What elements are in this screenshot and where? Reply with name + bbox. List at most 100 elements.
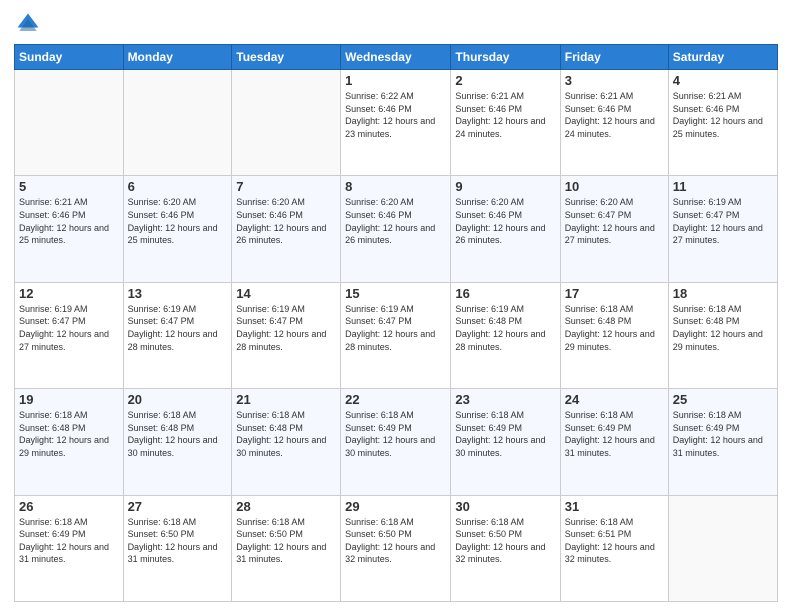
sunrise-text: Sunrise: 6:18 AM bbox=[565, 304, 634, 314]
daylight-text: Daylight: 12 hours and 29 minutes. bbox=[565, 329, 655, 352]
week-row-4: 19 Sunrise: 6:18 AM Sunset: 6:48 PM Dayl… bbox=[15, 389, 778, 495]
sunset-text: Sunset: 6:49 PM bbox=[19, 529, 86, 539]
cell-info: Sunrise: 6:18 AM Sunset: 6:51 PM Dayligh… bbox=[565, 516, 664, 566]
calendar-cell: 23 Sunrise: 6:18 AM Sunset: 6:49 PM Dayl… bbox=[451, 389, 560, 495]
cell-info: Sunrise: 6:19 AM Sunset: 6:47 PM Dayligh… bbox=[19, 303, 119, 353]
day-number: 30 bbox=[455, 499, 555, 514]
day-number: 5 bbox=[19, 179, 119, 194]
daylight-text: Daylight: 12 hours and 26 minutes. bbox=[236, 223, 326, 246]
page: SundayMondayTuesdayWednesdayThursdayFrid… bbox=[0, 0, 792, 612]
calendar-cell: 2 Sunrise: 6:21 AM Sunset: 6:46 PM Dayli… bbox=[451, 70, 560, 176]
sunset-text: Sunset: 6:46 PM bbox=[236, 210, 303, 220]
daylight-text: Daylight: 12 hours and 29 minutes. bbox=[673, 329, 763, 352]
sunset-text: Sunset: 6:50 PM bbox=[236, 529, 303, 539]
calendar-cell: 13 Sunrise: 6:19 AM Sunset: 6:47 PM Dayl… bbox=[123, 282, 232, 388]
calendar-cell: 3 Sunrise: 6:21 AM Sunset: 6:46 PM Dayli… bbox=[560, 70, 668, 176]
sunset-text: Sunset: 6:49 PM bbox=[565, 423, 632, 433]
cell-info: Sunrise: 6:18 AM Sunset: 6:49 PM Dayligh… bbox=[19, 516, 119, 566]
sunset-text: Sunset: 6:47 PM bbox=[236, 316, 303, 326]
day-number: 24 bbox=[565, 392, 664, 407]
sunset-text: Sunset: 6:46 PM bbox=[128, 210, 195, 220]
calendar-cell: 6 Sunrise: 6:20 AM Sunset: 6:46 PM Dayli… bbox=[123, 176, 232, 282]
day-number: 31 bbox=[565, 499, 664, 514]
cell-info: Sunrise: 6:21 AM Sunset: 6:46 PM Dayligh… bbox=[455, 90, 555, 140]
sunrise-text: Sunrise: 6:19 AM bbox=[236, 304, 305, 314]
cell-info: Sunrise: 6:18 AM Sunset: 6:48 PM Dayligh… bbox=[236, 409, 336, 459]
sunrise-text: Sunrise: 6:20 AM bbox=[455, 197, 524, 207]
day-number: 19 bbox=[19, 392, 119, 407]
cell-info: Sunrise: 6:21 AM Sunset: 6:46 PM Dayligh… bbox=[673, 90, 773, 140]
sunset-text: Sunset: 6:49 PM bbox=[345, 423, 412, 433]
sunrise-text: Sunrise: 6:18 AM bbox=[455, 410, 524, 420]
daylight-text: Daylight: 12 hours and 32 minutes. bbox=[455, 542, 545, 565]
sunrise-text: Sunrise: 6:18 AM bbox=[19, 517, 88, 527]
sunset-text: Sunset: 6:46 PM bbox=[345, 104, 412, 114]
cell-info: Sunrise: 6:18 AM Sunset: 6:49 PM Dayligh… bbox=[673, 409, 773, 459]
sunset-text: Sunset: 6:48 PM bbox=[128, 423, 195, 433]
cell-info: Sunrise: 6:18 AM Sunset: 6:50 PM Dayligh… bbox=[455, 516, 555, 566]
weekday-header-wednesday: Wednesday bbox=[341, 45, 451, 70]
daylight-text: Daylight: 12 hours and 25 minutes. bbox=[19, 223, 109, 246]
daylight-text: Daylight: 12 hours and 30 minutes. bbox=[236, 435, 326, 458]
calendar-cell bbox=[232, 70, 341, 176]
cell-info: Sunrise: 6:19 AM Sunset: 6:47 PM Dayligh… bbox=[236, 303, 336, 353]
daylight-text: Daylight: 12 hours and 26 minutes. bbox=[345, 223, 435, 246]
sunset-text: Sunset: 6:50 PM bbox=[128, 529, 195, 539]
sunrise-text: Sunrise: 6:18 AM bbox=[236, 517, 305, 527]
daylight-text: Daylight: 12 hours and 28 minutes. bbox=[455, 329, 545, 352]
cell-info: Sunrise: 6:18 AM Sunset: 6:49 PM Dayligh… bbox=[455, 409, 555, 459]
sunset-text: Sunset: 6:48 PM bbox=[565, 316, 632, 326]
calendar-cell: 19 Sunrise: 6:18 AM Sunset: 6:48 PM Dayl… bbox=[15, 389, 124, 495]
day-number: 22 bbox=[345, 392, 446, 407]
calendar-cell: 18 Sunrise: 6:18 AM Sunset: 6:48 PM Dayl… bbox=[668, 282, 777, 388]
daylight-text: Daylight: 12 hours and 27 minutes. bbox=[673, 223, 763, 246]
calendar-cell: 25 Sunrise: 6:18 AM Sunset: 6:49 PM Dayl… bbox=[668, 389, 777, 495]
cell-info: Sunrise: 6:18 AM Sunset: 6:48 PM Dayligh… bbox=[673, 303, 773, 353]
daylight-text: Daylight: 12 hours and 30 minutes. bbox=[455, 435, 545, 458]
sunrise-text: Sunrise: 6:18 AM bbox=[345, 410, 414, 420]
cell-info: Sunrise: 6:19 AM Sunset: 6:48 PM Dayligh… bbox=[455, 303, 555, 353]
calendar-cell: 29 Sunrise: 6:18 AM Sunset: 6:50 PM Dayl… bbox=[341, 495, 451, 601]
cell-info: Sunrise: 6:18 AM Sunset: 6:49 PM Dayligh… bbox=[345, 409, 446, 459]
day-number: 11 bbox=[673, 179, 773, 194]
cell-info: Sunrise: 6:20 AM Sunset: 6:46 PM Dayligh… bbox=[128, 196, 228, 246]
week-row-2: 5 Sunrise: 6:21 AM Sunset: 6:46 PM Dayli… bbox=[15, 176, 778, 282]
calendar-cell: 8 Sunrise: 6:20 AM Sunset: 6:46 PM Dayli… bbox=[341, 176, 451, 282]
logo-icon bbox=[14, 10, 42, 38]
day-number: 12 bbox=[19, 286, 119, 301]
sunrise-text: Sunrise: 6:18 AM bbox=[19, 410, 88, 420]
day-number: 27 bbox=[128, 499, 228, 514]
sunset-text: Sunset: 6:48 PM bbox=[236, 423, 303, 433]
day-number: 4 bbox=[673, 73, 773, 88]
calendar-cell: 22 Sunrise: 6:18 AM Sunset: 6:49 PM Dayl… bbox=[341, 389, 451, 495]
sunset-text: Sunset: 6:47 PM bbox=[19, 316, 86, 326]
sunrise-text: Sunrise: 6:18 AM bbox=[673, 410, 742, 420]
calendar-cell: 12 Sunrise: 6:19 AM Sunset: 6:47 PM Dayl… bbox=[15, 282, 124, 388]
daylight-text: Daylight: 12 hours and 24 minutes. bbox=[565, 116, 655, 139]
daylight-text: Daylight: 12 hours and 25 minutes. bbox=[673, 116, 763, 139]
sunset-text: Sunset: 6:46 PM bbox=[673, 104, 740, 114]
sunrise-text: Sunrise: 6:18 AM bbox=[565, 517, 634, 527]
sunrise-text: Sunrise: 6:19 AM bbox=[455, 304, 524, 314]
sunrise-text: Sunrise: 6:18 AM bbox=[565, 410, 634, 420]
sunset-text: Sunset: 6:50 PM bbox=[455, 529, 522, 539]
week-row-3: 12 Sunrise: 6:19 AM Sunset: 6:47 PM Dayl… bbox=[15, 282, 778, 388]
calendar-cell: 28 Sunrise: 6:18 AM Sunset: 6:50 PM Dayl… bbox=[232, 495, 341, 601]
daylight-text: Daylight: 12 hours and 27 minutes. bbox=[19, 329, 109, 352]
daylight-text: Daylight: 12 hours and 27 minutes. bbox=[565, 223, 655, 246]
sunrise-text: Sunrise: 6:21 AM bbox=[455, 91, 524, 101]
day-number: 17 bbox=[565, 286, 664, 301]
sunrise-text: Sunrise: 6:21 AM bbox=[673, 91, 742, 101]
cell-info: Sunrise: 6:20 AM Sunset: 6:46 PM Dayligh… bbox=[455, 196, 555, 246]
day-number: 18 bbox=[673, 286, 773, 301]
calendar-cell: 10 Sunrise: 6:20 AM Sunset: 6:47 PM Dayl… bbox=[560, 176, 668, 282]
weekday-header-row: SundayMondayTuesdayWednesdayThursdayFrid… bbox=[15, 45, 778, 70]
sunrise-text: Sunrise: 6:20 AM bbox=[128, 197, 197, 207]
calendar-cell: 27 Sunrise: 6:18 AM Sunset: 6:50 PM Dayl… bbox=[123, 495, 232, 601]
sunset-text: Sunset: 6:50 PM bbox=[345, 529, 412, 539]
calendar-cell bbox=[123, 70, 232, 176]
daylight-text: Daylight: 12 hours and 26 minutes. bbox=[455, 223, 545, 246]
cell-info: Sunrise: 6:18 AM Sunset: 6:49 PM Dayligh… bbox=[565, 409, 664, 459]
daylight-text: Daylight: 12 hours and 31 minutes. bbox=[673, 435, 763, 458]
calendar-cell: 20 Sunrise: 6:18 AM Sunset: 6:48 PM Dayl… bbox=[123, 389, 232, 495]
